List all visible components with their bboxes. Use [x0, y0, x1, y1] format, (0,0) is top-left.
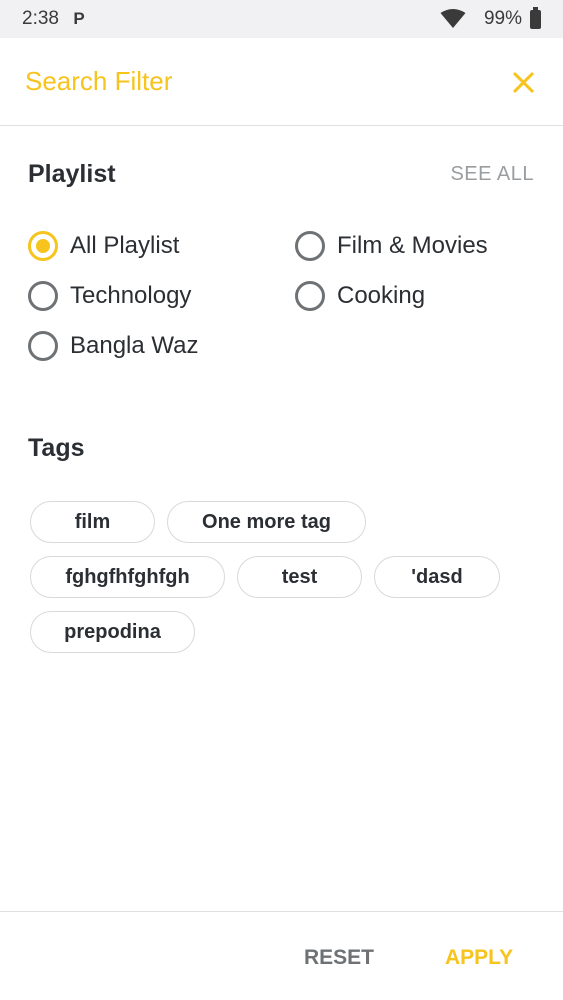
radio-label: Cooking: [337, 282, 426, 309]
radio-unchecked-icon: [295, 281, 325, 311]
battery-charging-icon: [530, 6, 541, 29]
tag-chip-test[interactable]: test: [237, 556, 362, 598]
status-time: 2:38: [22, 8, 59, 29]
radio-unchecked-icon: [28, 281, 58, 311]
radio-option-technology[interactable]: Technology: [28, 281, 191, 311]
radio-label: Film & Movies: [337, 232, 488, 259]
tag-chip-fghgfhfghfgh[interactable]: fghgfhfghfgh: [30, 556, 225, 598]
tag-chip-film[interactable]: film: [30, 501, 155, 543]
radio-option-bangla-waz[interactable]: Bangla Waz: [28, 331, 199, 361]
radio-label: Bangla Waz: [70, 332, 199, 359]
tag-chip-one-more-tag[interactable]: One more tag: [167, 501, 366, 543]
playlist-section-title: Playlist: [28, 160, 116, 188]
tags-section-title: Tags: [28, 434, 85, 462]
radio-checked-icon: [28, 231, 58, 261]
wifi-icon: [440, 9, 466, 28]
radio-option-film-movies[interactable]: Film & Movies: [295, 231, 488, 261]
radio-option-all-playlist[interactable]: All Playlist: [28, 231, 179, 261]
status-bar: 2:38 P 99%: [0, 0, 563, 38]
apply-button[interactable]: APPLY: [445, 946, 513, 970]
reset-button[interactable]: RESET: [304, 946, 374, 970]
parking-app-icon: P: [73, 9, 85, 28]
radio-label: Technology: [70, 282, 192, 309]
tag-chip-prepodina[interactable]: prepodina: [30, 611, 195, 653]
page-title: Search Filter: [25, 66, 173, 96]
tag-chip-dasd[interactable]: 'dasd: [374, 556, 500, 598]
radio-unchecked-icon: [28, 331, 58, 361]
close-icon[interactable]: [508, 67, 538, 97]
see-all-button[interactable]: SEE ALL: [450, 163, 534, 186]
radio-option-cooking[interactable]: Cooking: [295, 281, 425, 311]
battery-percent: 99%: [483, 8, 522, 29]
status-indicators: 99%: [440, 6, 541, 30]
radio-unchecked-icon: [295, 231, 325, 261]
filter-header: Search Filter: [0, 38, 563, 126]
radio-label: All Playlist: [70, 232, 180, 259]
footer-actions: RESET APPLY: [0, 911, 563, 1000]
